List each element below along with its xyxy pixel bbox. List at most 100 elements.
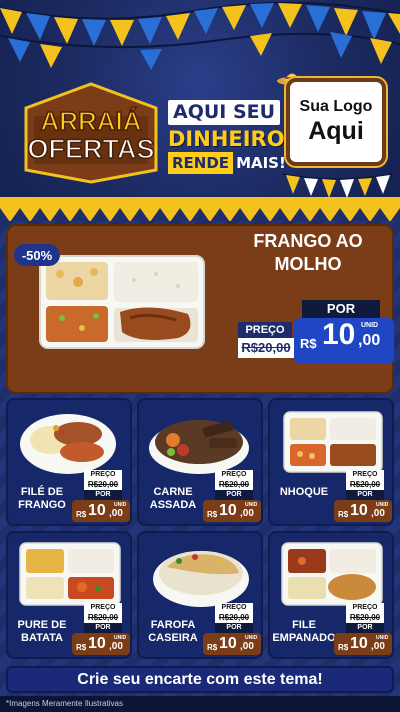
price-tag: PREÇO R$20,00 POR R$ 10 ,00 UNID xyxy=(72,603,130,657)
slogan-line2: DINHEIRO xyxy=(168,127,285,151)
file-de-frango-photo xyxy=(20,414,116,474)
product-name: FILÉ DE FRANGO xyxy=(10,486,74,511)
old-price-label: PREÇO xyxy=(346,603,384,613)
logo-line2: Aqui xyxy=(308,117,364,145)
pure-de-batata-photo xyxy=(19,542,121,606)
por-label: POR xyxy=(346,490,384,500)
your-logo-placeholder[interactable]: Sua Logo Aqui xyxy=(286,78,386,166)
header-banner: ARRAIÁ OFERTAS AQUI SEU DINHEIRO RENDE MA… xyxy=(0,0,400,205)
product-card-carne-assada[interactable]: CARNE ASSADA PREÇO R$20,00 POR R$ 10 ,00… xyxy=(137,398,263,526)
frango-ao-molho-photo xyxy=(39,255,205,349)
slogan-line3b: MAIS! xyxy=(236,154,286,172)
currency: R$ xyxy=(76,643,87,652)
price-decimal: ,00 xyxy=(371,641,385,652)
product-name-line2: BATATA xyxy=(21,631,63,644)
brand-line1-text: ARRAIÁ xyxy=(40,106,141,136)
product-name-line1: NHOQUE xyxy=(279,486,329,498)
mini-bunting-decoration xyxy=(282,173,392,198)
logo-line1: Sua Logo xyxy=(299,98,373,115)
featured-price-integer: 10 xyxy=(322,318,356,351)
featured-old-price-label: PREÇO xyxy=(238,322,292,338)
price-tag: PREÇO R$20,00 POR R$ 10 ,00 UNID xyxy=(203,470,261,524)
unit-label: UNID xyxy=(245,635,258,641)
old-price: R$20,00 xyxy=(346,480,384,490)
product-name-line1: FILÉ DE xyxy=(20,486,64,498)
old-price-label: PREÇO xyxy=(346,470,384,480)
featured-price-tag: POR PREÇO R$20,00 R$ 10 ,00 UNID xyxy=(238,300,394,370)
featured-old-price: R$20,00 xyxy=(238,338,294,358)
product-card-farofa-caseira[interactable]: FAROFA CASEIRA PREÇO R$20,00 POR R$ 10 ,… xyxy=(137,531,263,659)
product-name-line1: FILE xyxy=(292,619,316,631)
bunting-flags-decoration xyxy=(0,1,400,70)
price-tag: PREÇO R$20,00 POR R$ 10 ,00 UNID xyxy=(334,603,392,657)
product-card-file-empanado[interactable]: FILE EMPANADO PREÇO R$20,00 POR R$ 10 ,0… xyxy=(268,531,394,659)
product-card-pure-de-batata[interactable]: PURE DE BATATA PREÇO R$20,00 POR R$ 10 ,… xyxy=(6,531,132,659)
zigzag-divider xyxy=(0,208,400,222)
currency: R$ xyxy=(338,643,349,652)
product-name-line1: CARNE xyxy=(153,486,193,498)
product-card-nhoque[interactable]: NHOQUE PREÇO R$20,00 POR R$ 10 ,00 UNID xyxy=(268,398,394,526)
price-box: R$ 10 ,00 UNID xyxy=(334,500,392,522)
price-integer: 10 xyxy=(219,502,237,519)
old-price: R$20,00 xyxy=(84,480,122,490)
featured-price-decimal: ,00 xyxy=(358,332,381,349)
price-tag: PREÇO R$20,00 POR R$ 10 ,00 UNID xyxy=(334,470,392,524)
arraia-ofertas-logo: ARRAIÁ OFERTAS xyxy=(24,82,158,184)
price-integer: 10 xyxy=(88,635,106,652)
old-price-label: PREÇO xyxy=(215,603,253,613)
unit-label: UNID xyxy=(245,502,258,508)
unit-label: UNID xyxy=(376,502,389,508)
old-price: R$20,00 xyxy=(215,613,253,623)
product-name: CARNE ASSADA xyxy=(141,486,205,511)
old-price: R$20,00 xyxy=(346,613,384,623)
farofa-caseira-photo xyxy=(153,551,249,607)
price-decimal: ,00 xyxy=(240,641,254,652)
price-integer: 10 xyxy=(88,502,106,519)
currency: R$ xyxy=(207,510,218,519)
product-name-line2: ASSADA xyxy=(149,498,197,511)
price-tag: PREÇO R$20,00 POR R$ 10 ,00 UNID xyxy=(203,603,261,657)
price-box: R$ 10 ,00 UNID xyxy=(72,633,130,655)
disclaimer-text: *Imagens Meramente Ilustrativas xyxy=(0,696,400,712)
price-decimal: ,00 xyxy=(240,508,254,519)
price-integer: 10 xyxy=(219,635,237,652)
unit-label: UNID xyxy=(114,635,127,641)
discount-badge: -50% xyxy=(14,244,60,266)
nhoque-photo xyxy=(283,411,383,473)
old-price: R$20,00 xyxy=(84,613,122,623)
product-name-line2: CASEIRA xyxy=(148,631,198,644)
currency: R$ xyxy=(76,510,87,519)
old-price-label: PREÇO xyxy=(84,603,122,613)
unit-label: UNID xyxy=(114,502,127,508)
price-tag: PREÇO R$20,00 POR R$ 10 ,00 UNID xyxy=(72,470,130,524)
featured-name-line1: FRANGO AO xyxy=(253,231,363,251)
price-decimal: ,00 xyxy=(109,508,123,519)
product-name-line2: FRANGO xyxy=(18,498,66,511)
unit-label: UNID xyxy=(376,635,389,641)
old-price-label: PREÇO xyxy=(215,470,253,480)
product-card-file-de-frango[interactable]: FILÉ DE FRANGO PREÇO R$20,00 POR R$ 10 ,… xyxy=(6,398,132,526)
price-integer: 10 xyxy=(350,635,368,652)
slogan-line3a: RENDE xyxy=(168,152,234,174)
currency: R$ xyxy=(338,510,349,519)
old-price-label: PREÇO xyxy=(84,470,122,480)
price-box: R$ 10 ,00 UNID xyxy=(334,633,392,655)
price-box: R$ 10 ,00 UNID xyxy=(203,633,261,655)
product-name: PURE DE BATATA xyxy=(10,619,74,644)
old-price: R$20,00 xyxy=(215,480,253,490)
slogan-line1: AQUI SEU xyxy=(168,100,281,125)
por-label: POR xyxy=(84,623,122,633)
price-decimal: ,00 xyxy=(371,508,385,519)
price-decimal: ,00 xyxy=(109,641,123,652)
slogan-block: AQUI SEU DINHEIRO RENDE MAIS! xyxy=(168,100,286,174)
por-label: POR xyxy=(346,623,384,633)
product-name: NHOQUE xyxy=(272,486,336,499)
product-name-line2: EMPANADO xyxy=(272,631,336,644)
product-name: FAROFA CASEIRA xyxy=(141,619,205,644)
slogan-line3: RENDE MAIS! xyxy=(168,152,286,174)
price-box: R$ 10 ,00 UNID xyxy=(72,500,130,522)
price-integer: 10 xyxy=(350,502,368,519)
featured-name-line2: MOLHO xyxy=(274,253,342,274)
por-label: POR xyxy=(84,490,122,500)
create-flyer-cta-button[interactable]: Crie seu encarte com este tema! xyxy=(6,666,394,693)
